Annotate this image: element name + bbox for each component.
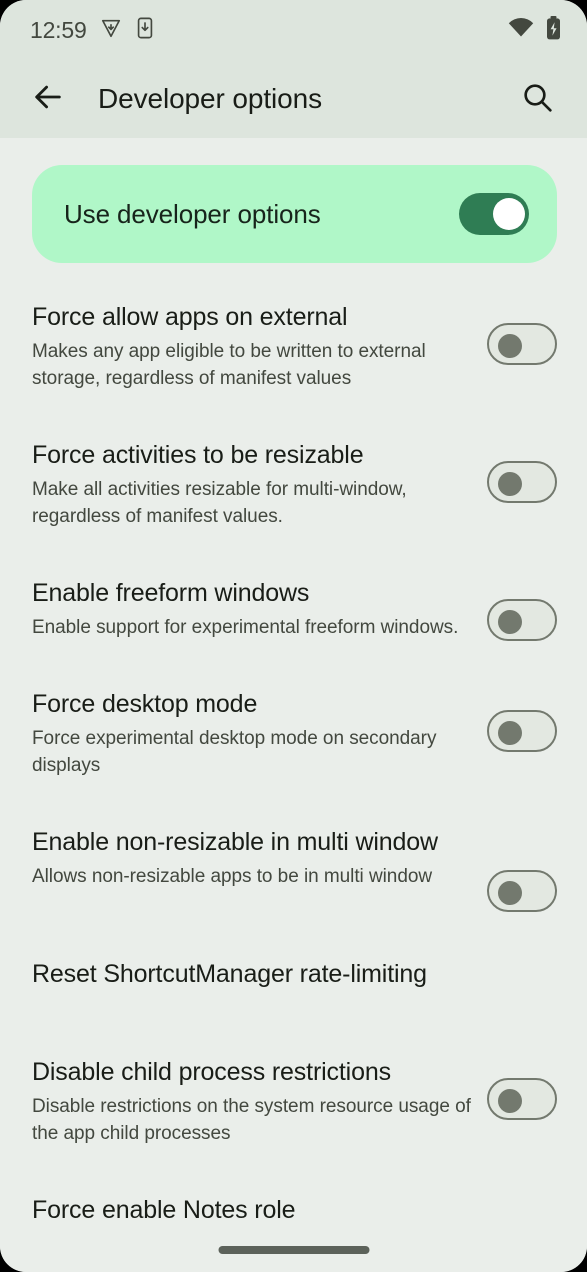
status-bar-right [508, 15, 561, 45]
row-description: Disable restrictions on the system resou… [32, 1095, 471, 1144]
setting-row-enable-freeform-windows[interactable]: Enable freeform windows Enable support f… [0, 577, 587, 642]
status-bar-left: 12:59 [30, 17, 155, 44]
setting-row-force-enable-notes-role[interactable]: Force enable Notes role [0, 1194, 587, 1250]
battery-charging-icon [546, 15, 561, 45]
phone-download-icon [135, 17, 155, 44]
setting-toggle[interactable] [487, 598, 557, 641]
toggle-thumb [498, 334, 522, 358]
row-description: Make all activities resizable for multi-… [32, 478, 407, 527]
use-developer-options-label: Use developer options [64, 198, 321, 229]
row-title: Reset ShortcutManager rate-limiting [32, 959, 427, 988]
use-developer-options-toggle[interactable] [459, 193, 529, 235]
vpn-shield-icon [100, 17, 122, 44]
row-text: Disable child process restrictions Disab… [32, 1056, 487, 1148]
use-developer-options-row[interactable]: Use developer options [32, 165, 557, 263]
row-text: Force enable Notes role [32, 1194, 557, 1227]
row-title: Enable freeform windows [32, 578, 310, 607]
row-text: Force desktop mode Force experimental de… [32, 688, 487, 780]
toggle-thumb [498, 720, 522, 745]
setting-row-enable-non-resizable-in-multi-window[interactable]: Enable non-resizable in multi window All… [0, 826, 587, 912]
toggle-thumb [498, 609, 522, 634]
row-description: Allows non-resizable apps to be in multi… [32, 865, 433, 887]
setting-row-force-activities-to-be-resizable[interactable]: Force activities to be resizable Make al… [0, 439, 587, 531]
row-description: Force experimental desktop mode on secon… [32, 727, 437, 776]
row-text: Enable non-resizable in multi window All… [32, 826, 487, 891]
row-text: Enable freeform windows Enable support f… [32, 577, 487, 642]
toggle-thumb [498, 1088, 522, 1113]
row-description: Enable support for experimental freeform… [32, 616, 459, 638]
setting-row-disable-child-process-restrictions[interactable]: Disable child process restrictions Disab… [0, 1056, 587, 1148]
setting-toggle[interactable] [487, 709, 557, 752]
setting-row-force-allow-apps-on-external[interactable]: Force allow apps on external Makes any a… [0, 301, 587, 393]
setting-row-reset-shortcutmanager-rate-limiting[interactable]: Reset ShortcutManager rate-limiting [0, 958, 587, 1014]
row-text: Reset ShortcutManager rate-limiting [32, 958, 557, 991]
setting-row-force-desktop-mode[interactable]: Force desktop mode Force experimental de… [0, 688, 587, 780]
app-bar: Developer options [0, 60, 587, 138]
status-bar: 12:59 [0, 0, 587, 60]
home-gesture-pill[interactable] [218, 1246, 369, 1254]
back-arrow-icon [31, 80, 65, 119]
phone-screen: 12:59 Developer options Use developer op… [0, 0, 587, 1272]
toggle-thumb [498, 880, 522, 905]
row-title: Enable non-resizable in multi window [32, 827, 438, 856]
page-title: Developer options [98, 83, 322, 114]
row-title: Force allow apps on external [32, 303, 348, 331]
settings-list[interactable]: Use developer options Force allow apps o… [0, 138, 587, 1272]
toggle-thumb [498, 471, 522, 496]
row-description: Makes any app eligible to be written to … [32, 341, 426, 389]
status-bar-clock: 12:59 [30, 16, 87, 43]
setting-toggle[interactable] [487, 869, 557, 912]
search-button[interactable] [513, 75, 561, 123]
setting-toggle[interactable] [487, 460, 557, 503]
row-title: Force activities to be resizable [32, 440, 364, 469]
wifi-icon [508, 17, 534, 44]
row-text: Force allow apps on external Makes any a… [32, 301, 487, 393]
back-button[interactable] [24, 75, 72, 123]
setting-toggle[interactable] [487, 323, 557, 365]
setting-toggle[interactable] [487, 1077, 557, 1120]
row-title: Force enable Notes role [32, 1195, 296, 1224]
row-title: Force desktop mode [32, 689, 258, 718]
row-title: Disable child process restrictions [32, 1057, 391, 1086]
row-text: Force activities to be resizable Make al… [32, 439, 487, 531]
search-icon [521, 81, 553, 118]
toggle-thumb [493, 198, 525, 230]
